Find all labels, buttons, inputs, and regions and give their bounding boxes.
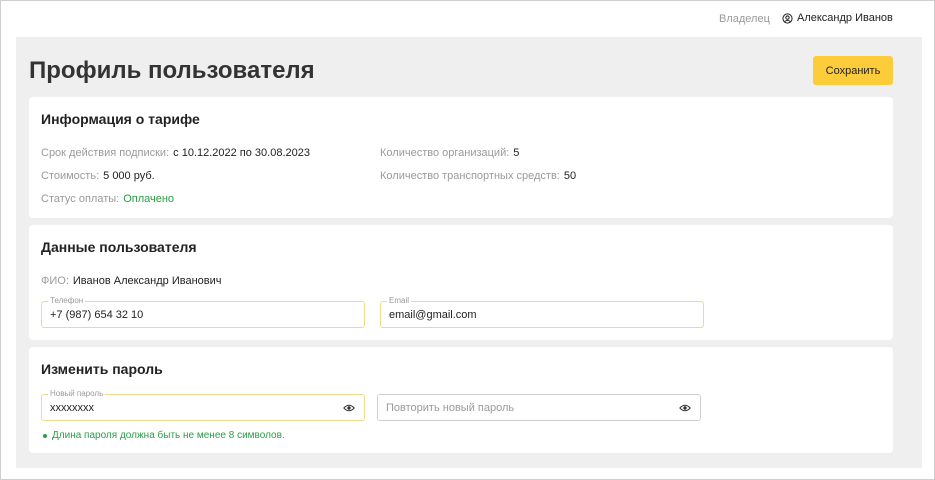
user-data-title: Данные пользователя xyxy=(41,239,197,255)
eye-icon[interactable] xyxy=(679,403,691,413)
organizations-count: Количество организаций: 5 xyxy=(380,147,519,159)
subscription-period-value: с 10.12.2022 по 30.08.2023 xyxy=(173,147,310,159)
phone-label: Телефон xyxy=(48,296,86,306)
user-data-card: Данные пользователя ФИО: Иванов Александр… xyxy=(29,225,893,340)
app-window: Владелец Александр Иванов Профиль пользо… xyxy=(0,0,935,480)
tariff-card: Информация о тарифе Срок действия подпис… xyxy=(29,97,893,218)
main-content: Профиль пользователя Сохранить Информаци… xyxy=(16,37,922,468)
password-hint: Длина пароля должна быть не менее 8 симв… xyxy=(43,430,285,441)
top-bar: Владелец Александр Иванов xyxy=(1,1,934,37)
vehicles-count-label: Количество транспортных средств: xyxy=(380,170,560,182)
vehicles-count-value: 50 xyxy=(563,170,577,182)
organizations-count-label: Количество организаций: xyxy=(380,147,510,159)
fio-value: Иванов Александр Иванович xyxy=(72,275,222,287)
eye-icon[interactable] xyxy=(343,403,355,413)
user-role: Владелец xyxy=(719,13,770,25)
user-pin-icon xyxy=(782,12,793,24)
page-title: Профиль пользователя xyxy=(29,57,315,84)
cost-label: Стоимость: xyxy=(41,170,100,182)
tariff-title: Информация о тарифе xyxy=(41,111,200,127)
email-field[interactable]: Email email@gmail.com xyxy=(380,296,704,328)
vehicles-count: Количество транспортных средств: 50 xyxy=(380,170,576,182)
subscription-period-label: Срок действия подписки: xyxy=(41,147,170,159)
password-hint-text: Длина пароля должна быть не менее 8 симв… xyxy=(52,430,285,441)
new-password-label: Новый пароль xyxy=(48,389,106,399)
payment-status-value: Оплачено xyxy=(123,193,175,205)
organizations-count-value: 5 xyxy=(513,147,520,159)
change-password-card: Изменить пароль Новый пароль xxxxxxxx По… xyxy=(29,347,893,453)
phone-field[interactable]: Телефон +7 (987) 654 32 10 xyxy=(41,296,365,328)
user-name: Александр Иванов xyxy=(797,12,893,24)
new-password-value: xxxxxxxx xyxy=(50,402,94,414)
subscription-period: Срок действия подписки: с 10.12.2022 по 3… xyxy=(41,147,310,159)
fio-label: ФИО: xyxy=(41,275,69,287)
new-password-field[interactable]: Новый пароль xxxxxxxx xyxy=(41,389,365,421)
payment-status-label: Статус оплаты: xyxy=(41,193,120,205)
email-value: email@gmail.com xyxy=(389,309,477,321)
change-password-title: Изменить пароль xyxy=(41,361,163,377)
email-label: Email xyxy=(387,296,412,306)
fio: ФИО: Иванов Александр Иванович xyxy=(41,275,221,287)
repeat-password-field[interactable]: Повторить новый пароль xyxy=(377,394,701,421)
phone-value: +7 (987) 654 32 10 xyxy=(50,309,144,321)
save-button[interactable]: Сохранить xyxy=(813,56,893,85)
payment-status: Статус оплаты: Оплачено xyxy=(41,193,174,205)
user-menu[interactable]: Александр Иванов xyxy=(782,12,893,24)
cost-value: 5 000 руб. xyxy=(103,170,155,182)
cost: Стоимость: 5 000 руб. xyxy=(41,170,155,182)
repeat-password-placeholder: Повторить новый пароль xyxy=(386,402,515,414)
bullet-icon xyxy=(43,433,47,438)
